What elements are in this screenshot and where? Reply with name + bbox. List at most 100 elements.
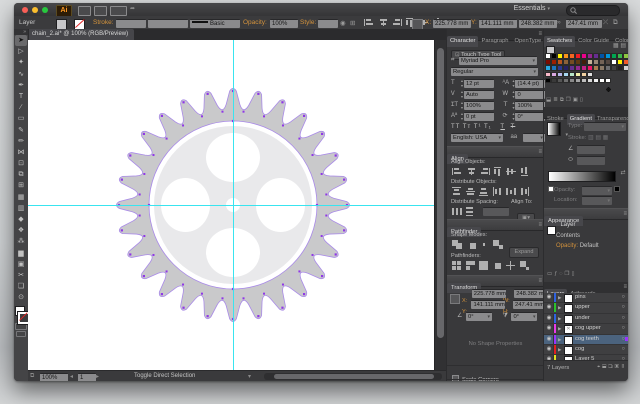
expand-triangle-icon[interactable]: ▶ (558, 303, 561, 312)
delete-swatch-icon[interactable]: ▯ (580, 97, 585, 103)
horizontal-spacing-icon[interactable] (466, 207, 477, 216)
lasso-tool[interactable]: ∿ (15, 69, 27, 80)
color-swatch[interactable] (557, 65, 563, 71)
preferences-icon[interactable]: ⊞ (350, 19, 355, 27)
appearance-panel-menu-icon[interactable]: ≡ (623, 211, 627, 217)
distribute-left-icon[interactable] (493, 187, 504, 196)
visibility-eye-icon[interactable]: ◉ (545, 293, 554, 302)
cb-align-h-center-icon[interactable] (378, 18, 389, 27)
gradient-angle-field[interactable] (577, 145, 605, 154)
gradient-location-field[interactable]: ▾ (582, 196, 612, 205)
w-field[interactable]: 248.382 mm (519, 19, 557, 28)
next-artboard-icon[interactable]: ▸ (96, 373, 99, 380)
small-caps-button[interactable]: Tᴛ (463, 124, 471, 130)
subscript-button[interactable]: T₁ (484, 124, 492, 130)
variable-width-profile-dropdown[interactable] (148, 19, 188, 28)
color-swatch[interactable] (593, 78, 599, 84)
color-swatch[interactable] (575, 59, 581, 65)
color-swatch[interactable] (575, 78, 581, 84)
font-size-field[interactable]: 12 pt (464, 79, 494, 88)
vertical-spacing-icon[interactable] (452, 207, 463, 216)
gradient-aspect-field[interactable] (577, 156, 605, 165)
color-swatch[interactable] (581, 59, 587, 65)
stroke-weight-field[interactable] (116, 19, 146, 28)
selection-tool[interactable]: ➤ (15, 35, 27, 46)
color-swatch[interactable] (623, 65, 628, 71)
reverse-gradient-icon[interactable]: ⇄ (620, 170, 625, 176)
gradient-tool[interactable]: ▥ (15, 203, 27, 214)
shape-builder-tool[interactable]: ⧉ (15, 169, 27, 180)
fill-swatch[interactable] (56, 19, 67, 30)
gradient-opacity-field[interactable]: ▾ (582, 186, 612, 195)
new-swatch-icon[interactable]: ▣ (573, 97, 580, 103)
transform-x-field[interactable]: 225.778 mm (472, 289, 506, 298)
minus-back-icon[interactable] (520, 261, 531, 270)
column-graph-tool[interactable]: ▆ (15, 248, 27, 259)
stroke-swatch[interactable] (74, 19, 85, 30)
transform-h-field[interactable]: 247.41 mm (513, 300, 547, 309)
color-swatch[interactable] (611, 65, 617, 71)
superscript-button[interactable]: T¹ (474, 124, 482, 130)
color-swatch[interactable] (611, 53, 617, 59)
strikethrough-button[interactable]: T (511, 124, 516, 130)
target-circle-icon[interactable]: ○ (622, 303, 625, 312)
transform-y-field[interactable]: 141.111 mm (471, 300, 505, 309)
type-tool[interactable]: T (15, 91, 27, 102)
font-style-dropdown[interactable]: Regular▾ (451, 67, 538, 76)
share-icon[interactable]: ➦ (130, 5, 135, 12)
language-dropdown[interactable]: English: USA▾ (451, 133, 503, 142)
cb-align-left-icon[interactable] (364, 18, 375, 27)
pathfinder-panel-header[interactable]: Pathfinder≡ (447, 219, 544, 231)
layer-thumbnail[interactable] (564, 294, 573, 303)
shear-icon[interactable]: ⤫ (603, 19, 608, 27)
swatch-view-icons[interactable]: ▦ ▤ (613, 42, 626, 49)
color-swatch[interactable] (569, 65, 575, 71)
color-swatch[interactable] (563, 72, 569, 78)
color-swatch[interactable] (593, 53, 599, 59)
layer-thumbnail[interactable] (564, 304, 573, 313)
align-top-icon[interactable] (493, 167, 504, 176)
color-swatch[interactable] (587, 78, 593, 84)
document-setup-icon[interactable]: ◉ (340, 19, 346, 27)
color-swatch[interactable] (617, 65, 623, 71)
color-swatch[interactable] (617, 59, 623, 65)
layer-thumbnail[interactable] (564, 315, 573, 324)
color-swatch[interactable] (575, 72, 581, 78)
layer-name[interactable]: pins (575, 293, 586, 302)
free-transform-tool[interactable]: ⊡ (15, 158, 27, 169)
layer-name[interactable]: under (575, 314, 590, 323)
x-field[interactable]: 225.778 mm (433, 19, 471, 28)
transform-checkbox-row[interactable]: Scale Strokes & Effects (447, 379, 544, 381)
horizontal-scrollbar[interactable] (264, 373, 442, 380)
isolate-icon[interactable]: ⧉ (613, 19, 618, 27)
bridge-icon[interactable] (78, 6, 91, 16)
layers-panel-menu-icon[interactable]: ≡ (623, 284, 627, 290)
color-swatch[interactable] (569, 53, 575, 59)
distribute-top-icon[interactable] (452, 187, 463, 196)
stroke-dropdown-arrow[interactable]: ▾ (85, 19, 88, 25)
delete-layer-icon[interactable]: ▯ (621, 364, 627, 370)
distribute-bottom-icon[interactable] (479, 187, 490, 196)
color-swatch[interactable] (569, 78, 575, 84)
pathfinder-panel-menu-icon[interactable]: ≡ (538, 222, 542, 228)
layer-row-upper[interactable]: ◉ ▶ upper ○ (544, 303, 628, 313)
color-swatch[interactable] (611, 59, 617, 65)
layer-name[interactable]: upper (575, 303, 590, 312)
color-swatch[interactable] (557, 72, 563, 78)
symbol-sprayer-tool[interactable]: ⁂ (15, 236, 27, 247)
visibility-eye-icon[interactable]: ◉ (545, 335, 554, 344)
align-panel-menu-icon[interactable]: ≡ (538, 149, 542, 155)
visibility-eye-icon[interactable]: ◉ (545, 303, 554, 312)
color-swatch[interactable] (545, 78, 551, 84)
minus-front-icon[interactable] (466, 240, 477, 249)
layer-row-cog-upper[interactable]: ◉▶✕cog upper○ (544, 324, 628, 334)
horizontal-guide[interactable] (28, 205, 434, 206)
horizontal-scale-field[interactable]: 100% (515, 101, 545, 110)
cb-align-right-icon[interactable] (391, 18, 402, 27)
color-swatch[interactable] (551, 65, 557, 71)
color-swatch[interactable] (563, 53, 569, 59)
artboard-number-field[interactable]: 1 (78, 373, 96, 381)
visibility-eye-icon[interactable]: ◉ (545, 324, 554, 333)
document-tab[interactable]: × chain_2.ai* @ 100% (RGB/Preview) (20, 29, 134, 40)
tracking-field[interactable]: 0 (515, 90, 545, 99)
